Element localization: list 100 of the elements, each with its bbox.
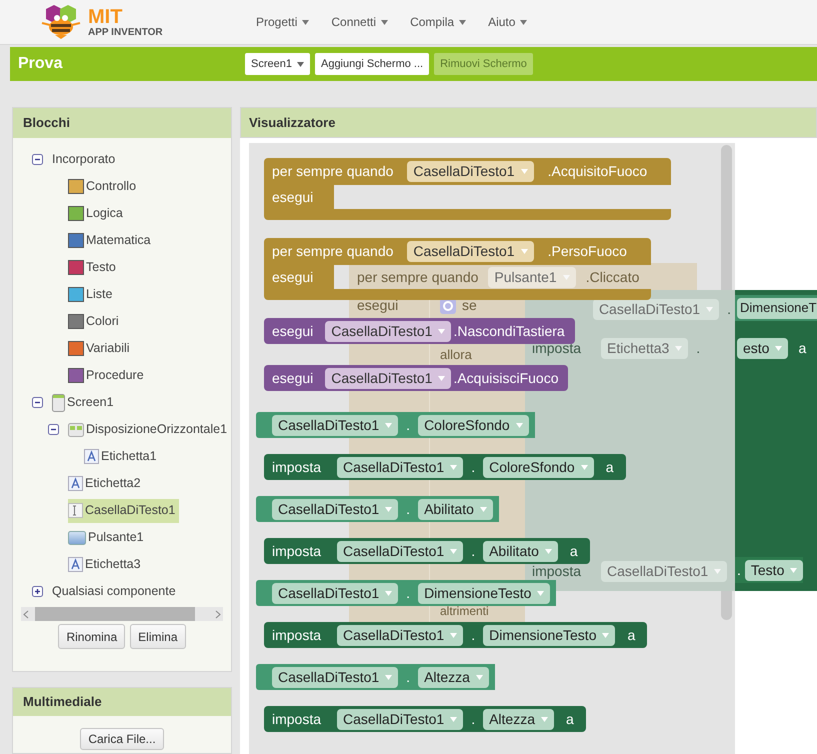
component-dropdown[interactable]: CasellaDiTesto1: [407, 161, 534, 182]
method-block[interactable]: esegui CasellaDiTesto1 .AcquisisciFuoco: [264, 365, 568, 391]
caret-icon: [450, 464, 458, 470]
menu-item[interactable]: Compila: [410, 13, 466, 31]
component-dropdown[interactable]: CasellaDiTesto1: [325, 320, 452, 342]
caret-icon: [450, 548, 458, 554]
component-dropdown[interactable]: CasellaDiTesto1: [325, 368, 452, 388]
setter-block[interactable]: DimensioneT esto a . Testo: [735, 290, 817, 591]
caret-icon: [438, 328, 446, 334]
block-label: a: [566, 710, 574, 728]
scrollbar-thumb[interactable]: [35, 607, 195, 621]
label-icon: [68, 476, 83, 491]
menu-item[interactable]: Progetti: [256, 13, 310, 31]
block-label: a: [627, 626, 636, 644]
horizontal-scrollbar[interactable]: [21, 607, 223, 621]
tree-item[interactable]: Pulsante1: [68, 526, 148, 550]
block-label: .PersoFuoco: [548, 242, 627, 261]
component-dropdown[interactable]: CasellaDiTesto1: [272, 582, 398, 604]
caret-icon: [580, 464, 588, 470]
tree-item[interactable]: DisposizioneOrizzontale1: [68, 418, 232, 442]
property-dropdown[interactable]: Testo: [744, 560, 804, 580]
getter-block[interactable]: CasellaDiTesto1 . DimensioneTesto: [256, 580, 556, 606]
method-block[interactable]: esegui CasellaDiTesto1 .NascondiTastiera: [264, 318, 575, 344]
caret-icon: [296, 62, 304, 66]
block-label: .: [737, 560, 741, 580]
tree-item[interactable]: Colori: [68, 310, 123, 334]
tree-item[interactable]: Logica: [68, 202, 127, 226]
block-label: .Cliccato: [586, 268, 640, 286]
component-dropdown[interactable]: CasellaDiTesto1: [272, 498, 398, 520]
component-dropdown[interactable]: CasellaDiTesto1: [407, 241, 534, 262]
tree-item[interactable]: Liste: [68, 282, 116, 306]
caret-icon: [520, 249, 528, 254]
action-button[interactable]: Rinomina: [58, 624, 126, 649]
tree-item[interactable]: Controllo: [68, 174, 140, 198]
project-title: Prova: [17, 54, 64, 74]
menu-item[interactable]: Connetti: [331, 13, 388, 31]
property-dropdown[interactable]: Altezza: [483, 708, 554, 730]
toolbar-button[interactable]: Aggiungi Schermo ...: [314, 53, 430, 75]
setter-block[interactable]: imposta CasellaDiTesto1 . ColoreSfondo a: [264, 454, 626, 480]
component-dropdown[interactable]: CasellaDiTesto1: [601, 560, 728, 582]
property-dropdown[interactable]: esto: [737, 338, 788, 358]
tree-item[interactable]: Procedure: [68, 364, 148, 388]
tree-item[interactable]: Etichetta2: [68, 472, 145, 496]
tree-item[interactable]: Incorporato: [52, 148, 120, 172]
expand-icon[interactable]: [32, 586, 43, 597]
tree-item[interactable]: Variabili: [68, 336, 134, 360]
property-dropdown[interactable]: Altezza: [418, 666, 489, 688]
component-dropdown[interactable]: CasellaDiTesto1: [592, 298, 720, 320]
property-dropdown[interactable]: ColoreSfondo: [418, 414, 529, 436]
setter-block[interactable]: imposta CasellaDiTesto1 . DimensioneTesto a: [264, 622, 648, 648]
tree-item[interactable]: Matematica: [68, 228, 155, 252]
block-label: .: [696, 338, 700, 358]
tree-item[interactable]: Screen1: [52, 390, 118, 414]
getter-block[interactable]: CasellaDiTesto1 . Altezza: [256, 664, 495, 690]
block-label: imposta: [272, 710, 322, 729]
tree-item[interactable]: CasellaDiTesto1: [68, 498, 180, 522]
property-dropdown[interactable]: Abilitato: [418, 498, 493, 520]
property-dropdown[interactable]: Abilitato: [483, 540, 558, 562]
component-dropdown[interactable]: Etichetta3: [601, 338, 688, 358]
setter-block[interactable]: imposta CasellaDiTesto1 . Altezza a: [264, 706, 586, 732]
collapse-icon[interactable]: [32, 154, 43, 165]
caret-icon: [385, 422, 392, 428]
tree-item[interactable]: Qualsiasi componente: [52, 580, 180, 604]
property-dropdown[interactable]: DimensioneTesto: [483, 624, 616, 646]
caret-icon: [476, 674, 483, 680]
block-label: .: [471, 458, 476, 476]
tree-item[interactable]: Etichetta3: [68, 552, 145, 576]
getter-block[interactable]: CasellaDiTesto1 . Abilitato: [256, 496, 499, 522]
block-label: .: [727, 300, 731, 318]
property-dropdown[interactable]: DimensioneTesto: [418, 582, 550, 604]
block-label: per sempre quando: [357, 268, 478, 287]
logo-title: MIT: [88, 6, 124, 26]
component-dropdown[interactable]: CasellaDiTesto1: [337, 456, 464, 478]
component-dropdown[interactable]: CasellaDiTesto1: [337, 540, 464, 562]
component-dropdown[interactable]: Pulsante1: [488, 266, 576, 288]
layout-icon: [68, 422, 84, 436]
panel-title: Blocchi: [13, 108, 231, 138]
collapse-icon[interactable]: [32, 397, 43, 408]
tree-item[interactable]: Testo: [68, 256, 120, 280]
caret-icon: [385, 674, 392, 680]
menu-item[interactable]: Aiuto: [488, 13, 528, 31]
block-label: allora: [440, 347, 472, 362]
component-dropdown[interactable]: CasellaDiTesto1: [337, 708, 464, 730]
caret-icon: [714, 568, 722, 574]
upload-button[interactable]: Carica File...: [80, 728, 164, 750]
property-dropdown[interactable]: DimensioneT: [737, 298, 817, 318]
scroll-left-icon: [23, 610, 29, 618]
caret-icon: [706, 306, 714, 312]
collapse-icon[interactable]: [48, 424, 59, 435]
component-dropdown[interactable]: CasellaDiTesto1: [272, 666, 398, 688]
component-dropdown[interactable]: CasellaDiTesto1: [272, 414, 398, 436]
panel-title: Visualizzatore: [240, 107, 817, 138]
action-button[interactable]: Elimina: [130, 624, 186, 649]
property-dropdown[interactable]: ColoreSfondo: [483, 456, 594, 478]
screen-dropdown[interactable]: Screen1: [245, 53, 310, 75]
setter-block[interactable]: imposta CasellaDiTesto1 . Abilitato a: [264, 538, 590, 564]
getter-block[interactable]: CasellaDiTesto1 . ColoreSfondo: [256, 412, 535, 438]
tree-item[interactable]: Etichetta1: [84, 444, 161, 468]
component-dropdown[interactable]: CasellaDiTesto1: [337, 624, 464, 646]
event-block[interactable]: per sempre quando CasellaDiTesto1 .AcquisitoFuoco esegui: [264, 158, 672, 220]
